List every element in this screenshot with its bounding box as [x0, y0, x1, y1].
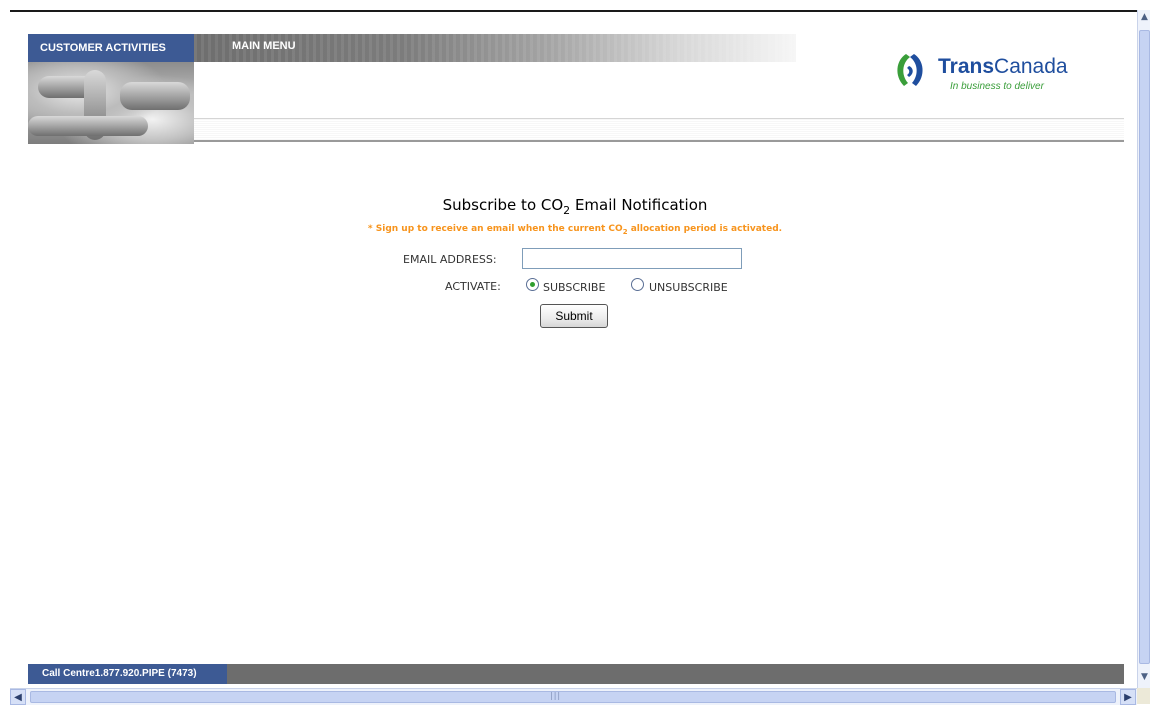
pipe-shape: [28, 116, 148, 136]
logo-wordmark-regular: Canada: [994, 55, 1068, 78]
vertical-scrollbar[interactable]: ▲ ▼: [1137, 10, 1150, 688]
subscribe-radio-label[interactable]: SUBSCRIBE: [543, 281, 605, 294]
horizontal-scrollbar[interactable]: ◀ ||| ▶: [10, 688, 1137, 705]
tab-main-menu[interactable]: MAIN MENU: [194, 34, 796, 62]
submit-button[interactable]: Submit: [540, 304, 608, 328]
note-prefix: * Sign up to receive an email when the c…: [367, 224, 623, 234]
subscribe-radio[interactable]: [526, 278, 539, 291]
scroll-grip-icon: |||: [550, 691, 562, 700]
header-divider: [194, 118, 1124, 142]
activate-label: ACTIVATE:: [445, 280, 501, 293]
email-address-label: EMAIL ADDRESS:: [403, 253, 497, 266]
pipe-shape: [120, 82, 190, 110]
page-title: Subscribe to CO2 Email Notification: [0, 196, 1150, 217]
scroll-down-arrow-icon[interactable]: ▼: [1139, 670, 1150, 684]
pipeline-header-image: [28, 62, 194, 144]
logo-wordmark: TransCanada: [938, 55, 1068, 79]
tab-main-menu-label[interactable]: MAIN MENU: [232, 34, 296, 58]
logo-wordmark-bold: Trans: [938, 55, 995, 78]
transcanada-logo[interactable]: TransCanada In business to deliver: [888, 50, 1088, 100]
transcanada-logo-icon: [897, 54, 923, 86]
scroll-right-arrow-icon[interactable]: ▶: [1120, 689, 1136, 705]
logo-tagline: In business to deliver: [950, 81, 1044, 92]
vertical-scroll-thumb[interactable]: [1139, 30, 1150, 664]
window-top-border: [0, 0, 1150, 12]
call-centre-info: Call Centre1.877.920.PIPE (7473): [28, 664, 227, 684]
page-footer: Call Centre1.877.920.PIPE (7473): [28, 664, 1124, 684]
note-suffix: allocation period is activated.: [627, 224, 783, 234]
scroll-up-arrow-icon[interactable]: ▲: [1139, 10, 1150, 24]
scrollbar-corner: [1137, 688, 1150, 704]
unsubscribe-radio-label[interactable]: UNSUBSCRIBE: [649, 281, 728, 294]
tab-customer-activities[interactable]: CUSTOMER ACTIVITIES: [28, 34, 194, 62]
scroll-left-arrow-icon[interactable]: ◀: [10, 689, 26, 705]
title-suffix: Email Notification: [570, 196, 708, 214]
horizontal-scroll-thumb[interactable]: [30, 691, 1116, 703]
signup-note: * Sign up to receive an email when the c…: [0, 224, 1150, 236]
unsubscribe-radio[interactable]: [631, 278, 644, 291]
email-address-field[interactable]: [522, 248, 742, 269]
window-left-margin: [0, 0, 10, 708]
title-prefix: Subscribe to CO: [442, 196, 564, 214]
page-header: CUSTOMER ACTIVITIES MAIN MENU TransCanad…: [28, 34, 1124, 144]
